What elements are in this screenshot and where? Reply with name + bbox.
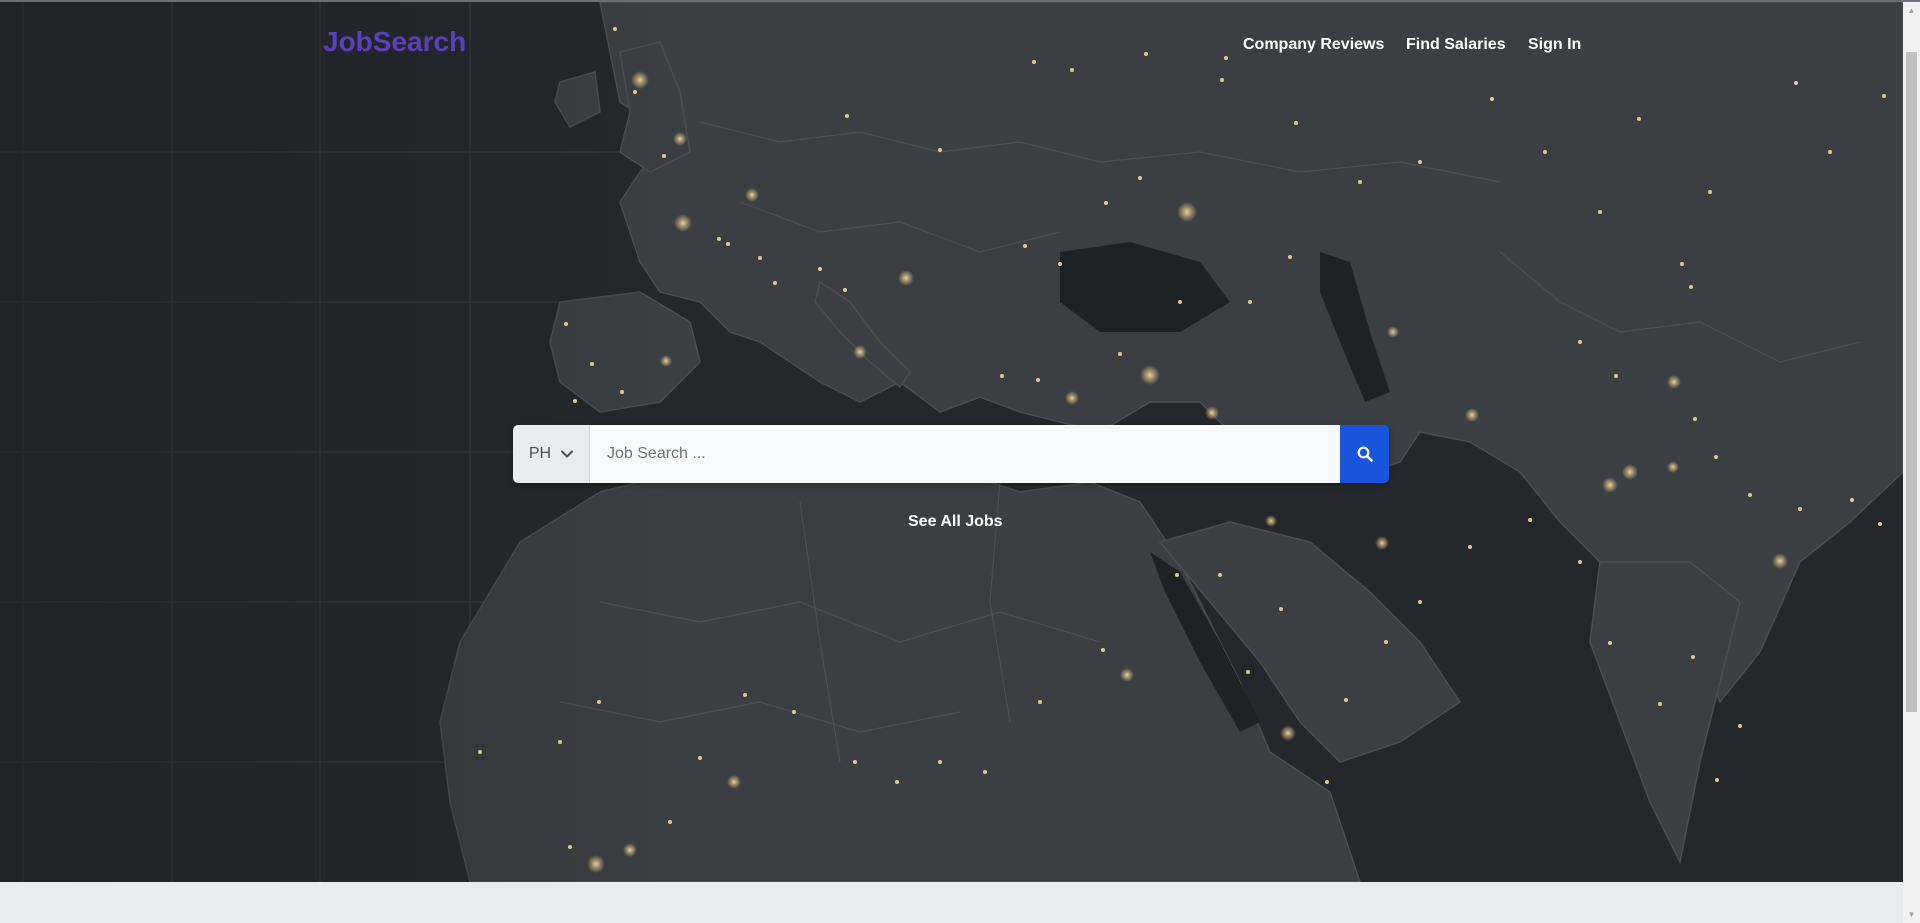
job-search-bar: PH xyxy=(513,425,1389,483)
see-all-jobs-link[interactable]: See All Jobs xyxy=(908,513,1003,531)
job-search-input[interactable] xyxy=(590,425,1340,483)
country-select[interactable]: PH xyxy=(513,425,590,483)
country-select-value: PH xyxy=(528,445,552,462)
scroll-down-arrow-icon[interactable]: ▼ xyxy=(1903,906,1920,923)
nav-company-reviews[interactable]: Company Reviews xyxy=(1243,36,1384,54)
chevron-down-icon xyxy=(561,450,574,458)
site-logo[interactable]: JobSearch xyxy=(323,26,466,58)
scroll-up-arrow-icon[interactable]: ▲ xyxy=(1903,2,1920,19)
content-section-below-fold xyxy=(0,882,1903,923)
vertical-scrollbar[interactable]: ▲ ▼ xyxy=(1903,2,1920,923)
nav-find-salaries[interactable]: Find Salaries xyxy=(1406,36,1506,54)
scrollbar-thumb[interactable] xyxy=(1906,52,1917,712)
search-button[interactable] xyxy=(1340,425,1389,483)
search-icon xyxy=(1357,446,1373,462)
nav-sign-in[interactable]: Sign In xyxy=(1528,36,1581,54)
